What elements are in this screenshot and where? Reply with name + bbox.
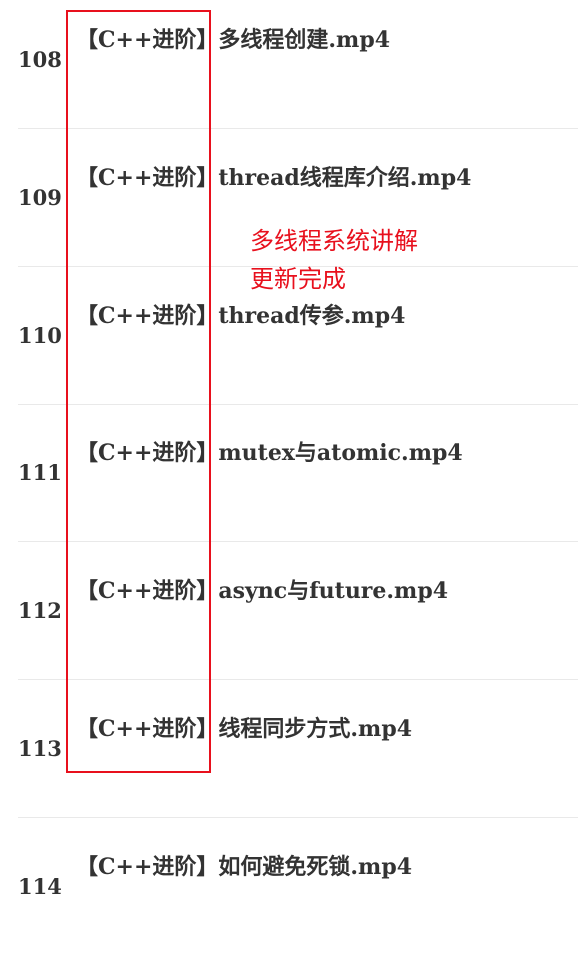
annotation-note: 多线程系统讲解 更新完成 [250, 222, 418, 298]
row-title[interactable]: 【C++进阶】如何避免死锁.mp4 [76, 849, 412, 881]
highlight-box [66, 10, 211, 773]
row-number: 111 [18, 460, 62, 485]
row-divider [18, 817, 578, 818]
row-number: 109 [18, 185, 62, 210]
row-number: 112 [18, 598, 62, 623]
table-row: 【C++进阶】如何避免死锁.mp4 114 [0, 827, 578, 965]
row-number: 113 [18, 736, 62, 761]
annotation-line-2: 更新完成 [250, 265, 346, 293]
row-number: 108 [18, 47, 62, 72]
row-number: 110 [18, 323, 62, 348]
row-number: 114 [18, 874, 62, 899]
annotation-line-1: 多线程系统讲解 [250, 227, 418, 255]
